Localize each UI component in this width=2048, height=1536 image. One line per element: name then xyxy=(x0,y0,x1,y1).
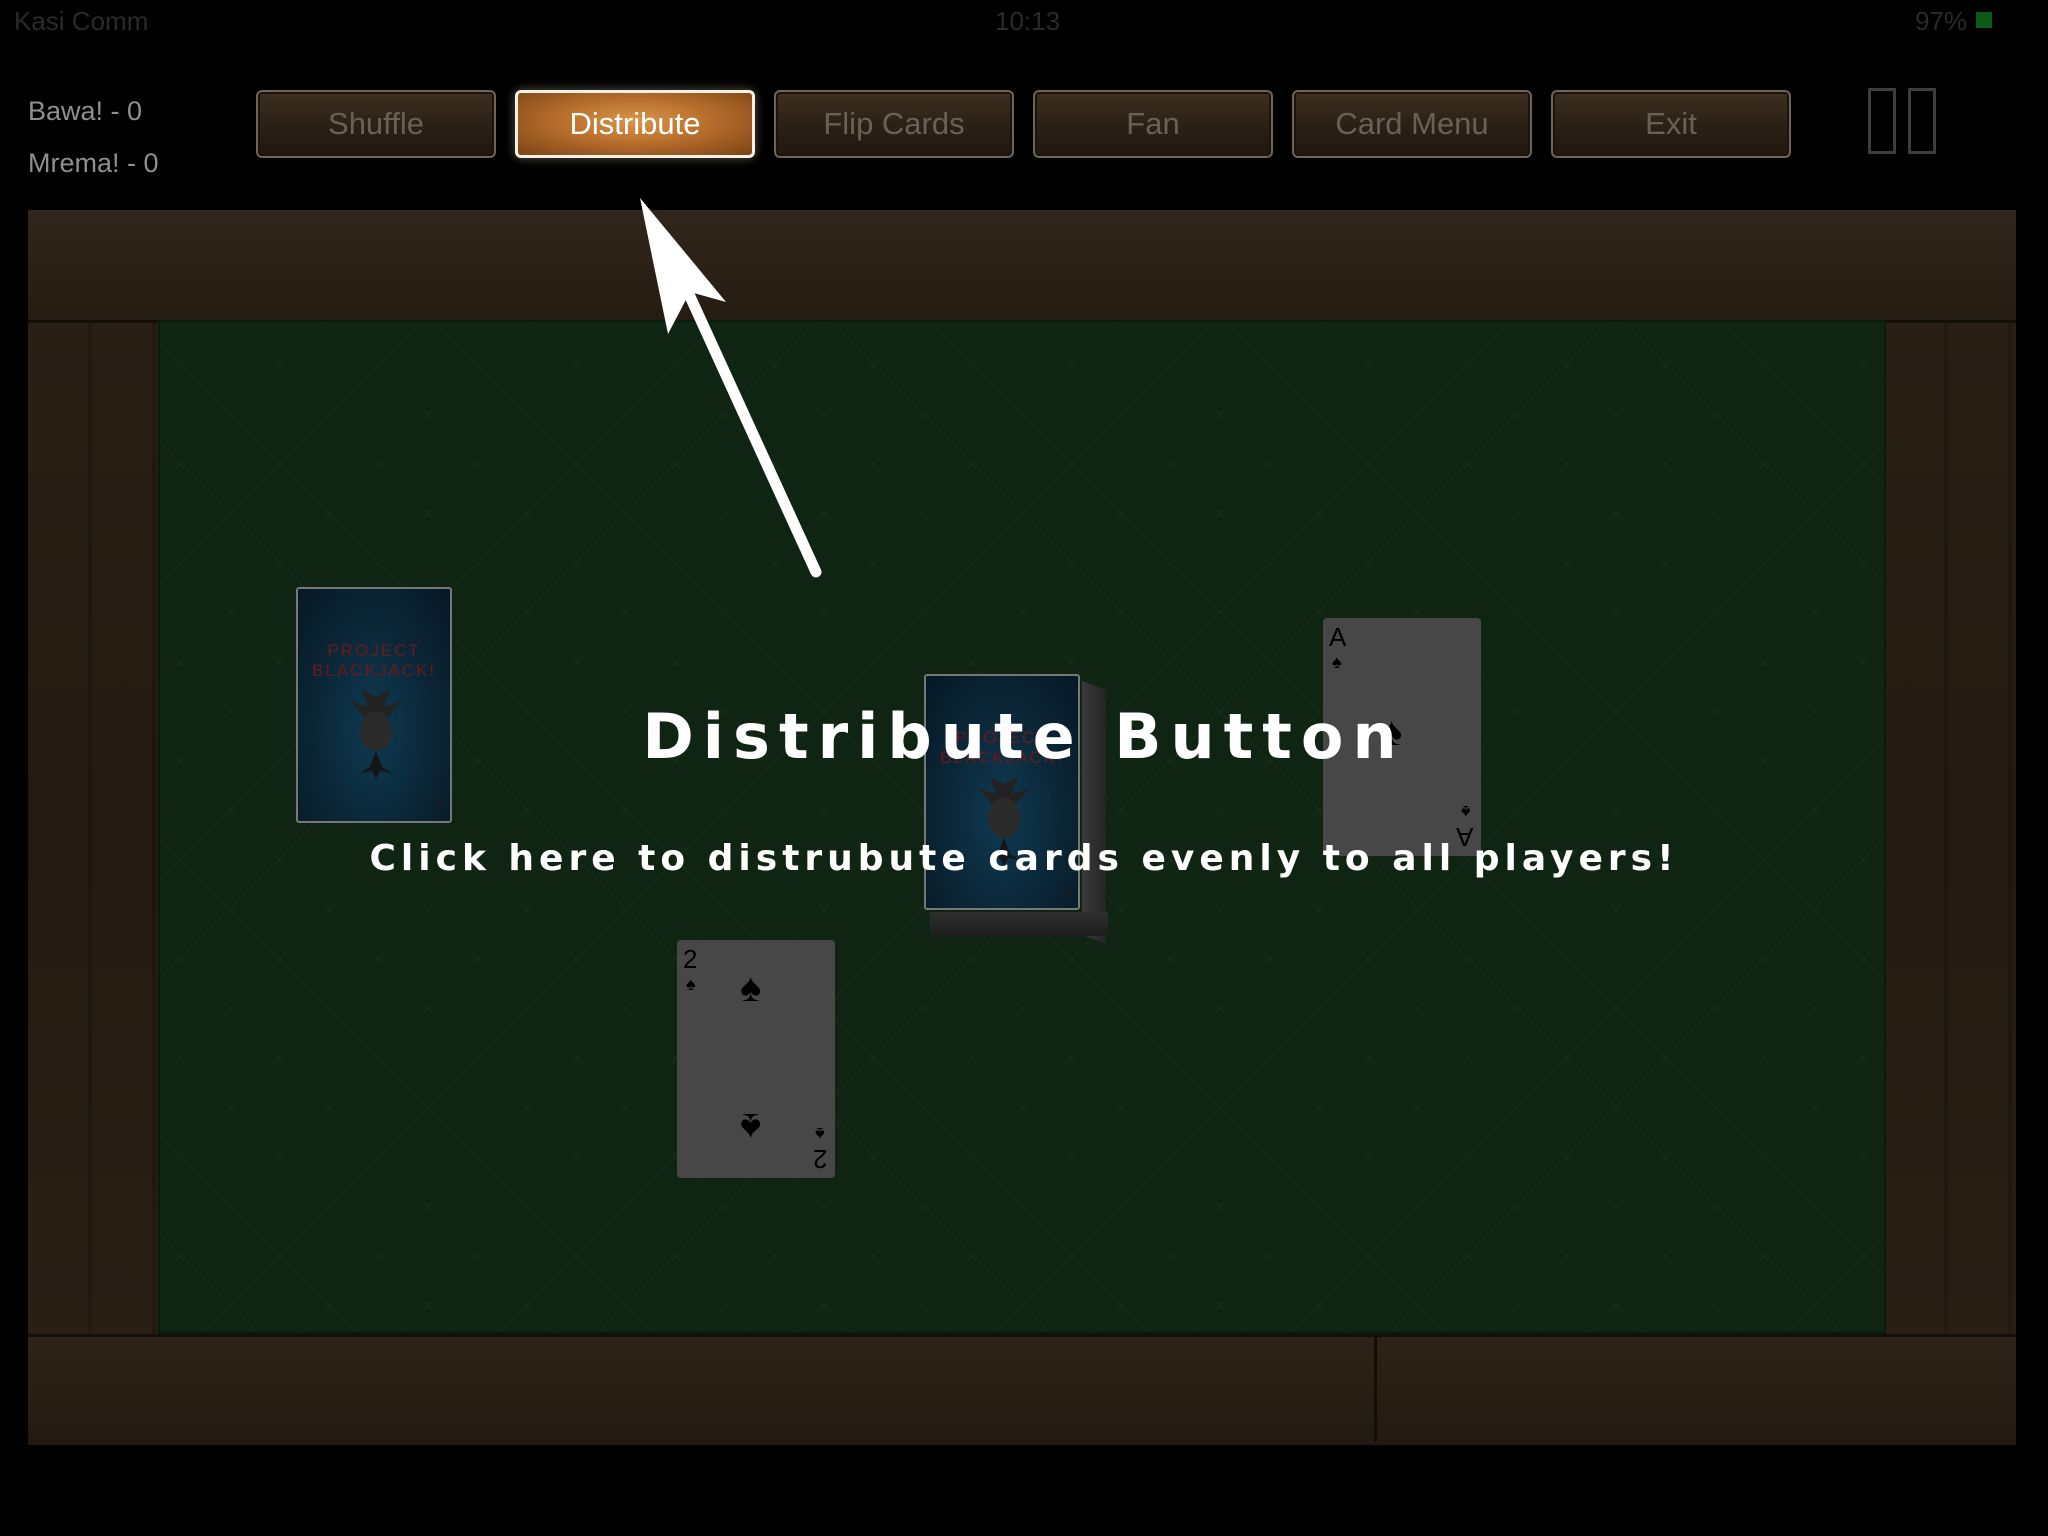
card-rank: A xyxy=(1329,622,1347,652)
clock-label: 10:13 xyxy=(995,6,1061,36)
spade-icon: ♠ xyxy=(815,1124,825,1144)
spade-icon: ♠ xyxy=(1332,652,1342,672)
spade-icon: ♠ xyxy=(740,1105,762,1149)
game-screen: Kasi Comm 10:13 97% Bawa! - 0 Mrema! - 0… xyxy=(0,0,2048,1536)
spade-icon: ♠ xyxy=(686,974,696,994)
pause-bar-right[interactable] xyxy=(1908,88,1936,154)
card-menu-button[interactable]: Card Menu xyxy=(1292,90,1532,158)
card-rank: 2 xyxy=(683,944,698,974)
exit-button[interactable]: Exit xyxy=(1551,90,1791,158)
pile-count: 8 xyxy=(433,796,444,816)
status-bar: Kasi Comm 10:13 97% xyxy=(0,0,2048,42)
fan-button[interactable]: Fan xyxy=(1033,90,1273,158)
table-frame-bottom xyxy=(28,1334,2016,1445)
distribute-button[interactable]: Distribute xyxy=(515,90,755,158)
pause-bar-left[interactable] xyxy=(1868,88,1896,154)
battery-label: 97% xyxy=(1915,6,1968,36)
spade-icon: ♠ xyxy=(740,966,762,1010)
table-frame-top xyxy=(28,210,2016,323)
tutorial-subtitle: Click here to distrubute cards evenly to… xyxy=(369,838,1679,879)
player-score-mrema: Mrema! - 0 xyxy=(28,148,159,178)
flip-cards-button[interactable]: Flip Cards xyxy=(774,90,1014,158)
deck-count: 4 xyxy=(1061,883,1072,903)
player-score-bawa: Bawa! - 0 xyxy=(28,96,143,126)
card-rank: 2 xyxy=(812,1144,827,1174)
battery-icon xyxy=(1976,12,1992,28)
deck-base xyxy=(930,912,1108,936)
carrier-label: Kasi Comm xyxy=(14,6,149,36)
two-of-spades-card[interactable]: 2 ♠ ♠ ♠ ♠ 2 xyxy=(677,940,835,1178)
tutorial-title: Distribute Button xyxy=(642,700,1406,773)
spade-icon: ♠ xyxy=(1461,802,1471,822)
card-back-brand: PROJECT BLACKJACK! xyxy=(312,641,436,680)
shuffle-button[interactable]: Shuffle xyxy=(256,90,496,158)
table-frame-seam xyxy=(1374,1336,1377,1442)
